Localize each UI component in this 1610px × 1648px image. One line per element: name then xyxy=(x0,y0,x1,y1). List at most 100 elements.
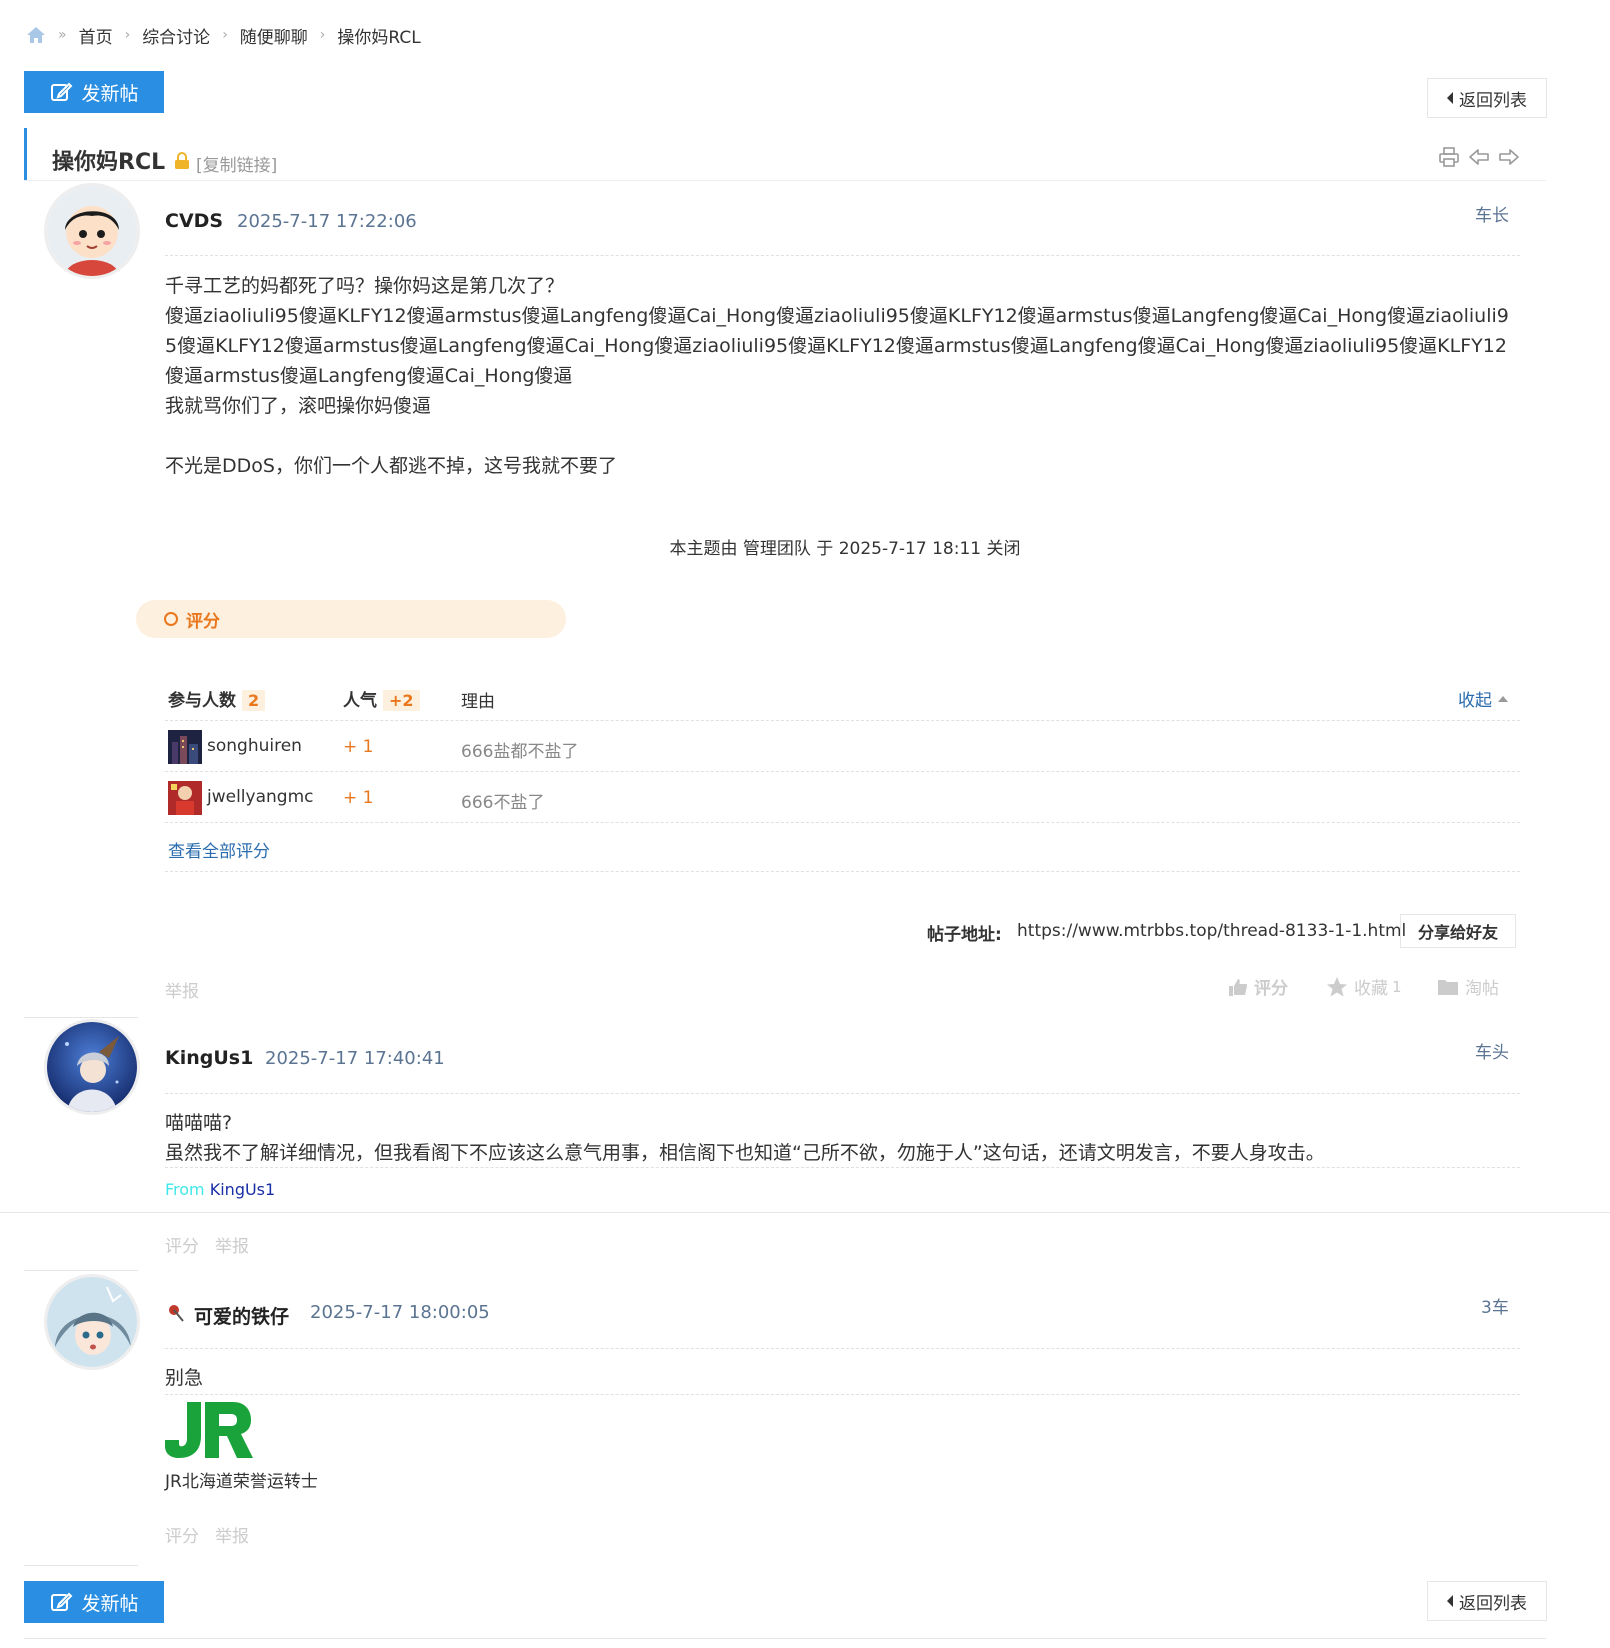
share-url-label: 帖子地址: xyxy=(927,925,1002,945)
popularity-count: +2 xyxy=(383,690,420,711)
folder-icon xyxy=(1438,979,1458,995)
post-actions: 评分 举报 xyxy=(165,1522,249,1547)
edit-icon xyxy=(51,1592,73,1611)
rating-participants-header: 参与人数 2 xyxy=(168,686,266,711)
post-actions: 评分 举报 xyxy=(165,1232,249,1257)
view-all-ratings-link[interactable]: 查看全部评分 xyxy=(168,837,270,862)
back-to-list-label: 返回列表 xyxy=(1459,90,1527,111)
post-line: 虽然我不了解详细情况，但我看阁下不应该这么意气用事，相信阁下也知道“己所不欲，勿… xyxy=(165,1142,1325,1164)
avatar-anime-icon xyxy=(47,1022,137,1112)
breadcrumb-forum[interactable]: 综合讨论 xyxy=(142,23,210,48)
pin-icon xyxy=(169,1305,184,1322)
rater-reason: 666不盐了 xyxy=(461,793,545,813)
rate-link[interactable]: 评分 xyxy=(165,1232,199,1257)
rater-name[interactable]: jwellyangmc xyxy=(207,787,313,807)
rating-header-label: 评分 xyxy=(186,611,220,632)
next-thread-icon[interactable] xyxy=(1498,146,1520,168)
share-url[interactable]: https://www.mtrbbs.top/thread-8133-1-1.h… xyxy=(1017,921,1406,941)
breadcrumb-separator: » xyxy=(58,27,67,43)
post-line: 傻逼ziaoliuli95傻逼KLFY12傻逼armstus傻逼Langfeng… xyxy=(165,305,1509,387)
thread-title: 操你妈RCL xyxy=(52,150,166,175)
report-link[interactable]: 举报 xyxy=(165,977,199,1002)
popularity-label: 人气 xyxy=(343,691,377,711)
post-body: 喵喵喵? 虽然我不了解详细情况，但我看阁下不应该这么意气用事，相信阁下也知道“己… xyxy=(165,1108,1525,1168)
page-bottom-border xyxy=(24,1638,1546,1639)
print-icon[interactable] xyxy=(1438,146,1460,168)
post-time: 2025-7-17 17:40:41 xyxy=(265,1048,445,1069)
edit-icon xyxy=(51,82,73,101)
rater-score: + 1 xyxy=(343,788,374,808)
post-body: 千寻工艺的妈都死了吗？操你妈这是第几次了？ 傻逼ziaoliuli95傻逼KLF… xyxy=(165,271,1517,481)
divider xyxy=(165,720,1520,721)
collapse-rating-button[interactable]: 收起 xyxy=(1458,686,1508,711)
favorite-action[interactable]: 收藏 1 xyxy=(1326,974,1402,999)
divider xyxy=(165,1348,1520,1349)
post-author[interactable]: 可爱的铁仔 xyxy=(194,1302,289,1329)
favorite-count: 1 xyxy=(1392,977,1402,996)
lock-icon xyxy=(175,152,189,169)
breadcrumb-home[interactable]: 首页 xyxy=(79,23,113,48)
new-post-button-bottom[interactable]: 发新帖 xyxy=(24,1581,164,1623)
post-line: 我就骂你们了，滚吧操你妈傻逼 xyxy=(165,395,432,417)
post-floor[interactable]: 车长 xyxy=(1475,201,1509,226)
from-label: From xyxy=(165,1180,205,1199)
post-body: 别急 xyxy=(165,1363,203,1393)
new-post-label: 发新帖 xyxy=(81,1592,139,1615)
rating-popularity-header: 人气 +2 xyxy=(343,686,420,711)
breadcrumb-separator: › xyxy=(222,27,228,43)
avatar[interactable] xyxy=(47,1277,137,1367)
caret-up-icon xyxy=(1498,695,1508,702)
breadcrumb-subforum[interactable]: 随便聊聊 xyxy=(240,23,308,48)
divider xyxy=(165,1167,1520,1168)
avatar-cartoon-icon xyxy=(47,186,137,276)
rater-score: + 1 xyxy=(343,737,374,757)
rater-avatar[interactable] xyxy=(168,781,202,815)
rate-link[interactable]: 评分 xyxy=(165,1522,199,1547)
star-icon xyxy=(1327,976,1347,996)
breadcrumb-separator: › xyxy=(319,27,326,43)
avatar-anime-girl-icon xyxy=(47,1277,137,1367)
divider xyxy=(165,255,1520,256)
report-link[interactable]: 举报 xyxy=(215,1232,249,1257)
avatar[interactable] xyxy=(47,186,137,276)
new-post-label: 发新帖 xyxy=(81,82,139,105)
post-line: 不光是DDoS，你们一个人都逃不掉，这号我就不要了 xyxy=(165,455,617,477)
share-to-friend-button[interactable]: 分享给好友 xyxy=(1400,914,1516,948)
breadcrumb-separator: › xyxy=(124,27,131,43)
post-from: From KingUs1 xyxy=(165,1180,275,1199)
back-to-list-button-bottom[interactable]: 返回列表 xyxy=(1427,1581,1547,1621)
report-link[interactable]: 举报 xyxy=(215,1522,249,1547)
from-name[interactable]: KingUs1 xyxy=(210,1180,275,1199)
thread-header-accent xyxy=(24,128,27,180)
post-time: 2025-7-17 17:22:06 xyxy=(237,211,417,232)
post-author[interactable]: KingUs1 xyxy=(165,1047,253,1069)
back-to-list-label: 返回列表 xyxy=(1459,1593,1527,1614)
home-icon[interactable] xyxy=(26,26,46,44)
rate-action-label: 评分 xyxy=(1254,979,1288,999)
caret-left-icon xyxy=(1447,1595,1453,1607)
post-line: 喵喵喵? xyxy=(165,1112,233,1134)
rate-action[interactable]: 评分 xyxy=(1228,974,1288,999)
post-floor[interactable]: 3车 xyxy=(1481,1293,1509,1318)
copy-link[interactable]: [复制链接] xyxy=(196,151,277,176)
avatar[interactable] xyxy=(47,1022,137,1112)
post-floor[interactable]: 车头 xyxy=(1475,1038,1509,1063)
post-time: 2025-7-17 18:00:05 xyxy=(310,1302,490,1323)
jr-logo-image xyxy=(165,1402,253,1458)
new-post-button[interactable]: 发新帖 xyxy=(24,71,164,113)
rating-header: 评分 xyxy=(136,600,566,638)
post-author[interactable]: CVDS xyxy=(165,210,223,232)
thread-tools xyxy=(1438,146,1520,168)
circle-icon xyxy=(164,612,178,626)
post-line: 别急 xyxy=(165,1367,204,1389)
divider xyxy=(165,871,1520,872)
tao-thread-action[interactable]: 淘帖 xyxy=(1437,974,1499,999)
divider xyxy=(165,1394,1520,1395)
back-to-list-button[interactable]: 返回列表 xyxy=(1427,78,1547,118)
previous-thread-icon[interactable] xyxy=(1468,146,1490,168)
breadcrumb-thread[interactable]: 操你妈RCL xyxy=(337,23,420,48)
jr-logo xyxy=(165,1400,253,1463)
breadcrumb: » 首页 › 综合讨论 › 随便聊聊 › 操你妈RCL xyxy=(26,22,421,48)
rater-name[interactable]: songhuiren xyxy=(207,736,302,756)
rater-avatar[interactable] xyxy=(168,730,202,764)
